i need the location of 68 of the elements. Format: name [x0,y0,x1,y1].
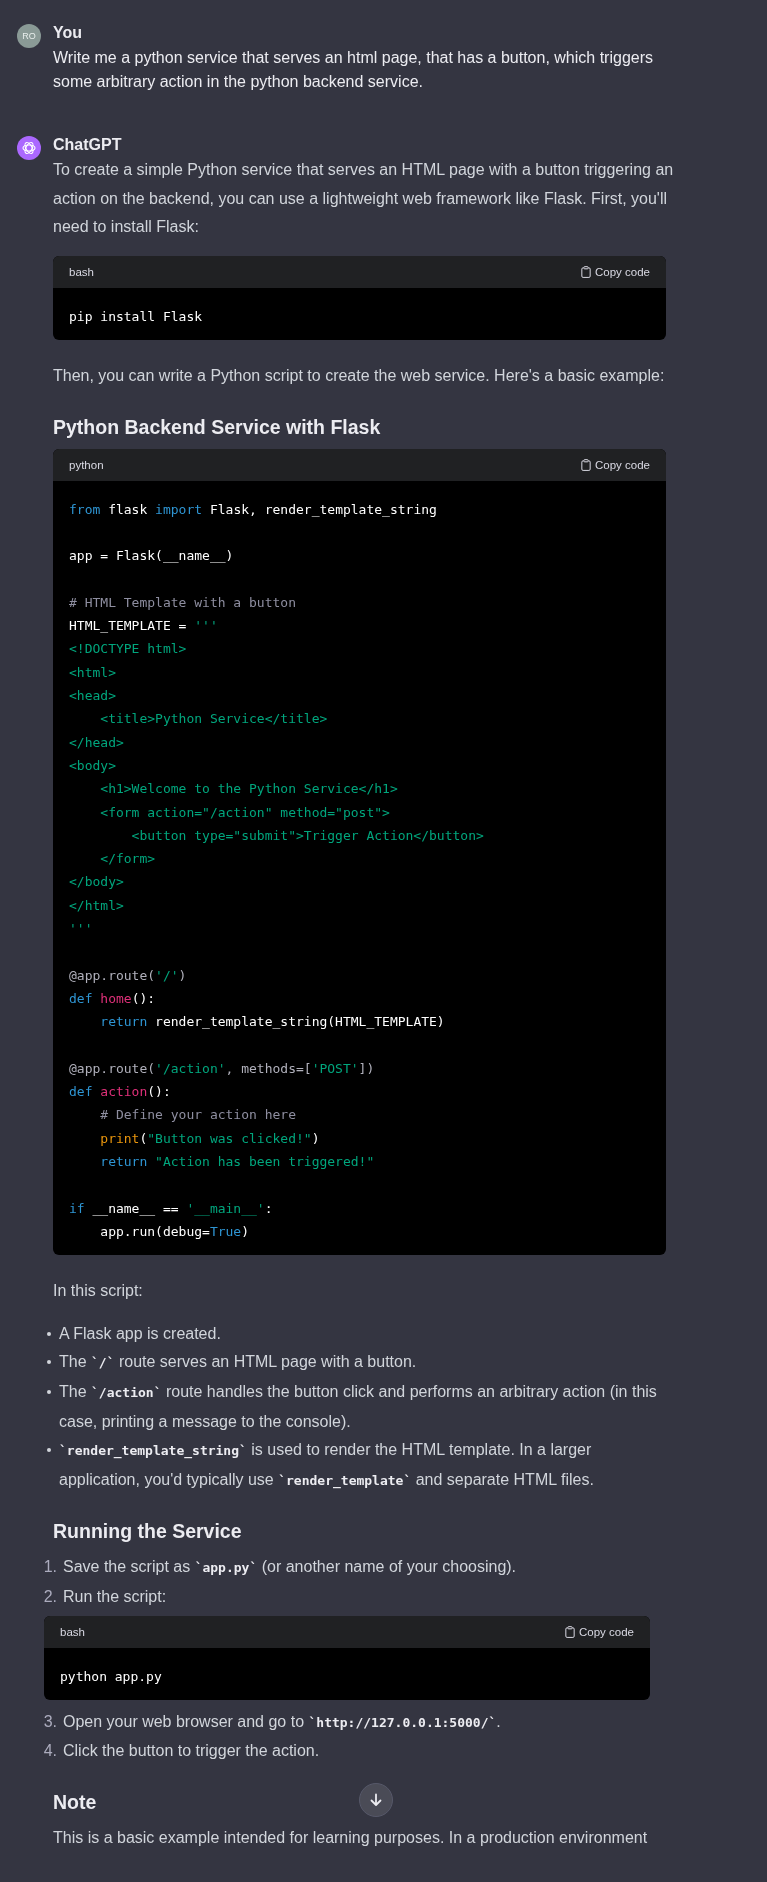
code-line: app.run(debug=True) [99,1222,251,1241]
code-line: ''' [69,920,94,938]
list-item-text: Click the button to trigger the action. [63,1741,320,1762]
code-line: print("Button was clicked!") [99,1129,321,1148]
message-text: In this script: [53,1281,144,1302]
user-avatar: RO [17,24,41,48]
message-text: Then, you can write a Python script to create the web service. Here's a basic example: [53,366,666,387]
copy-code-button[interactable]: Copy code [565,1625,634,1638]
arrow-down-icon [368,1792,384,1808]
code-language: bash [69,265,94,278]
code-line: <head> [69,687,117,706]
code-line: def home(): [69,989,157,1008]
section-heading: Running the Service [53,1519,242,1545]
copy-code-button[interactable]: Copy code [581,265,650,278]
bullet-icon [47,1360,51,1365]
code-line: app = Flask(__name__) [69,547,235,566]
code-line: if __name__ == '__main__': [69,1199,274,1218]
section-heading: Note [53,1790,97,1815]
list-number: 2. [42,1586,57,1607]
code-line: <button type="submit">Trigger Action</button> [130,826,485,845]
list-item-text: Run the script: [63,1586,167,1607]
clipboard-icon [581,265,591,278]
author-name: You [53,23,84,43]
bullet-icon [47,1331,51,1336]
code-line: </head> [69,733,125,752]
bullet-icon [47,1389,51,1394]
section-heading: Python Backend Service with Flask [53,414,381,440]
list-item-text: A Flask app is created. [59,1323,221,1344]
code-line: @app.route('/action', methods=['POST']) [69,1059,376,1078]
list-item-text: Save the script as `app.py` (or another name of your choosing). [63,1557,517,1578]
code-line: pip install Flask [69,307,204,326]
list-item-text: Open your web browser and go to `http://127.0.0.1:5000/`. [63,1711,501,1732]
code-language: python [69,458,104,471]
list-item-text: The `/` route serves an HTML page with a button. [59,1352,417,1373]
message-text: This is a basic example intended for learning purposes. In a production environment [53,1828,649,1848]
copy-code-button[interactable]: Copy code [581,458,650,471]
code-line: <form action="/action" method="post"> [99,803,391,822]
code-line: <title>Python Service</title> [99,710,329,729]
code-line: </html> [69,896,125,915]
code-line: python app.py [60,1667,163,1686]
message-text: Write me a python service that serves an html page, that has a button, which triggers some arbitrary action in the python backend service. [53,48,654,92]
code-line: @app.route('/') [69,966,188,985]
list-number: 1. [42,1557,57,1578]
assistant-avatar-icon [17,136,41,160]
list-number: 4. [42,1741,57,1762]
code-line: from flask import Flask, render_template_string [69,500,438,519]
code-line: def action(): [69,1083,172,1102]
clipboard-icon [581,458,591,471]
code-line: <body> [69,756,117,775]
code-line: HTML_TEMPLATE = ''' [69,617,219,636]
code-line: </body> [69,873,125,892]
list-item-text: `render_template_string` is used to render the HTML template. In a larger application, you'd typically use `render_template` and separate HTML files. [59,1440,595,1491]
message-text: To create a simple Python service that serves an HTML page with a button triggering an action on the backend, you can use a lightweight web framework like Flask. First, you'll need to install Flask: [53,160,675,238]
code-line: # Define your action here [99,1106,297,1125]
code-line: </form> [99,850,157,869]
code-line: # HTML Template with a button [69,593,297,612]
clipboard-icon [565,1625,575,1638]
scroll-down-button[interactable] [359,1783,393,1817]
code-line: <!DOCTYPE html> [69,640,188,659]
author-name: ChatGPT [53,135,123,155]
code-line: <html> [69,663,117,682]
code-line: return "Action has been triggered!" [99,1153,376,1171]
code-line: return render_template_string(HTML_TEMPLATE) [99,1013,446,1032]
bullet-icon [47,1448,51,1453]
list-number: 3. [42,1711,57,1732]
code-line: <h1>Welcome to the Python Service</h1> [99,780,399,799]
code-language: bash [60,1625,85,1638]
list-item-text: The `/action` route handles the button click and performs an arbitrary action (in this case, printing a message to the console). [59,1381,658,1432]
